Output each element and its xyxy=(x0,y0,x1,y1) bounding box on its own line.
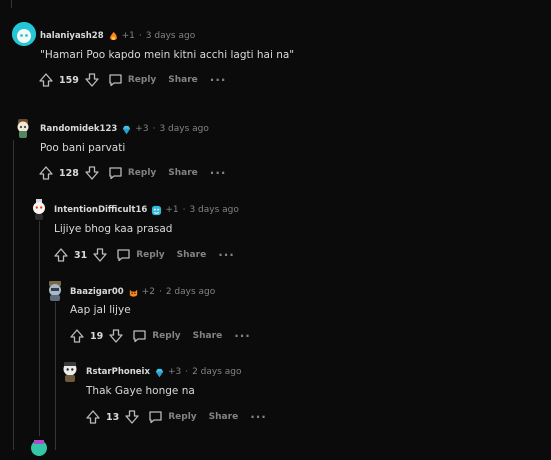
upvote-icon[interactable] xyxy=(38,72,54,88)
reply-button[interactable]: Reply xyxy=(116,248,165,262)
more-options-icon[interactable]: ··· xyxy=(210,167,227,179)
karma-count: +1 xyxy=(121,31,135,41)
avatar[interactable] xyxy=(12,22,36,46)
comment-text: "Hamari Poo kapdo mein kitni acchi lagti… xyxy=(40,49,295,61)
comment-bubble-icon xyxy=(133,330,146,343)
reply-button[interactable]: Reply xyxy=(108,73,156,87)
reply-button[interactable]: Reply xyxy=(132,329,181,343)
more-options-icon[interactable]: ··· xyxy=(210,74,227,86)
separator-dot: · xyxy=(182,205,186,215)
timestamp[interactable]: 3 days ago xyxy=(159,124,208,134)
karma-count: +2 xyxy=(141,287,155,297)
comment-text: Lijiye bhog kaa prasad xyxy=(54,223,173,235)
share-button[interactable]: Share xyxy=(177,250,207,260)
reply-label: Reply xyxy=(127,168,157,178)
username[interactable]: RstarPhoneix xyxy=(86,367,150,377)
separator-dot: · xyxy=(185,367,189,377)
vote-score: 128 xyxy=(59,167,79,179)
snoo-avatar-icon xyxy=(31,440,47,456)
vote-score: 13 xyxy=(106,411,120,423)
share-button[interactable]: Share xyxy=(209,412,239,422)
karma-count: +1 xyxy=(165,205,179,215)
username[interactable]: Randomidek123 xyxy=(40,124,117,134)
gem-badge-icon xyxy=(121,124,132,135)
downvote-icon[interactable] xyxy=(84,165,100,181)
thread-line-top xyxy=(11,0,12,8)
avatar[interactable] xyxy=(27,436,51,460)
username[interactable]: Baazigar00 xyxy=(70,287,124,297)
thread-line-root xyxy=(13,140,14,450)
comment-bubble-icon xyxy=(109,167,122,180)
comment-bubble-icon xyxy=(117,249,130,262)
vote-score: 31 xyxy=(74,249,88,261)
timestamp[interactable]: 2 days ago xyxy=(166,287,215,297)
upvote-icon[interactable] xyxy=(38,165,54,181)
reply-button[interactable]: Reply xyxy=(148,410,197,424)
snoo-avatar-icon xyxy=(49,281,61,301)
vote-score: 19 xyxy=(90,330,104,342)
avatar[interactable] xyxy=(27,197,51,221)
timestamp[interactable]: 3 days ago xyxy=(189,205,238,215)
reply-label: Reply xyxy=(127,75,157,85)
thread-line-level-1 xyxy=(39,218,40,450)
share-button[interactable]: Share xyxy=(193,331,223,341)
karma-count: +3 xyxy=(167,367,182,377)
vote-score: 159 xyxy=(59,74,79,86)
reply-button[interactable]: Reply xyxy=(108,166,156,180)
snoo-avatar-icon xyxy=(33,199,45,220)
more-options-icon[interactable]: ··· xyxy=(234,330,251,342)
comment-bubble-icon xyxy=(109,74,122,87)
comment-text: Thak Gaye honge na xyxy=(86,385,195,397)
separator-dot: · xyxy=(138,31,142,41)
snoo-avatar-icon xyxy=(63,362,77,382)
cat-badge-icon xyxy=(128,287,139,298)
snoo-avatar-icon xyxy=(17,119,29,138)
downvote-icon[interactable] xyxy=(92,247,108,263)
more-options-icon[interactable]: ··· xyxy=(218,249,235,261)
reply-label: Reply xyxy=(168,412,197,422)
downvote-icon[interactable] xyxy=(108,328,124,344)
share-button[interactable]: Share xyxy=(168,168,198,178)
downvote-icon[interactable] xyxy=(84,72,100,88)
username[interactable]: halaniyash28 xyxy=(40,31,104,41)
karma-count: +3 xyxy=(135,124,149,134)
more-options-icon[interactable]: ··· xyxy=(250,411,267,423)
upvote-icon[interactable] xyxy=(69,328,85,344)
upvote-icon[interactable] xyxy=(53,247,69,263)
timestamp[interactable]: 3 days ago xyxy=(146,31,195,41)
reply-label: Reply xyxy=(136,250,165,260)
separator-dot: · xyxy=(158,287,162,297)
avatar[interactable] xyxy=(43,278,67,302)
face-badge-icon xyxy=(151,205,162,216)
gem-badge-icon xyxy=(154,367,165,378)
share-button[interactable]: Share xyxy=(168,75,198,85)
comment-bubble-icon xyxy=(149,411,162,424)
timestamp[interactable]: 2 days ago xyxy=(192,367,241,377)
thread-line-level-2 xyxy=(55,300,56,450)
username[interactable]: IntentionDifficult16 xyxy=(54,205,147,215)
downvote-icon[interactable] xyxy=(124,409,140,425)
avatar[interactable] xyxy=(11,116,35,140)
reply-label: Reply xyxy=(152,331,181,341)
flame-badge-icon xyxy=(108,31,119,42)
upvote-icon[interactable] xyxy=(85,409,101,425)
avatar[interactable] xyxy=(58,359,82,383)
comment-text: Aap jal lijye xyxy=(70,304,131,316)
comment-text: Poo bani parvati xyxy=(40,142,126,154)
snoo-avatar-icon xyxy=(12,22,36,46)
separator-dot: · xyxy=(152,124,156,134)
